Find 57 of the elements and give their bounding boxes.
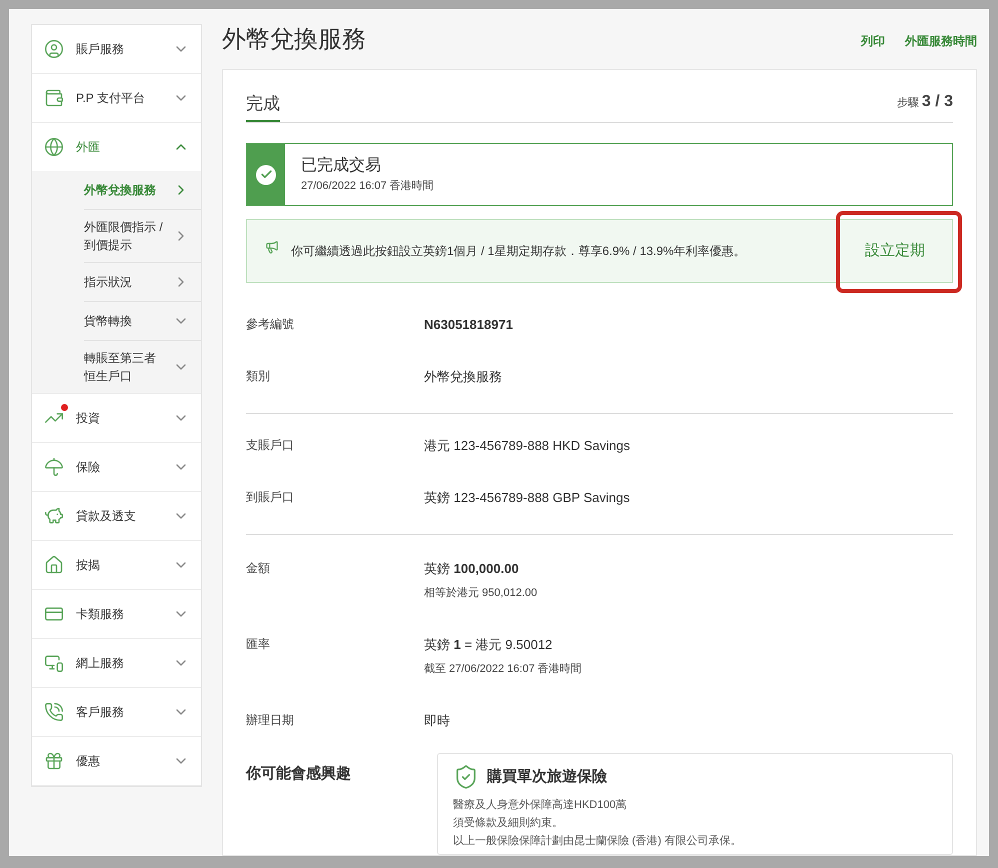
success-title: 已完成交易 xyxy=(301,156,382,176)
devices-icon xyxy=(44,653,64,673)
submenu-item[interactable]: 指示狀況 xyxy=(84,263,201,302)
submenu-item[interactable]: 外匯限價指示 / 到價提示 xyxy=(84,210,201,263)
card-title: 購買單次旅遊保險 xyxy=(487,766,607,787)
sidebar-label: 客戶服務 xyxy=(76,704,125,721)
detail-value: 即時 xyxy=(424,712,450,730)
success-time: 27/06/2022 16:07 香港時間 xyxy=(301,178,434,194)
card-text: 醫療及人身意外保障高達HKD100萬 xyxy=(453,798,628,813)
sidebar-label: 網上服務 xyxy=(76,655,125,672)
header-link[interactable]: 列印 xyxy=(861,32,885,50)
sidebar-label: 外匯 xyxy=(76,139,101,156)
sidebar-label: P.P 支付平台 xyxy=(76,90,146,107)
detail-label: 匯率 xyxy=(246,636,271,653)
piggy-bank-icon xyxy=(44,506,64,526)
insurance-card[interactable]: 購買單次旅遊保險 醫療及人身意外保障高達HKD100萬 須受條款及細則約束。 以上一般保險保障計劃由昆士蘭保險 (香港) 有限公司承保。 xyxy=(437,753,953,855)
detail-label: 到賬戶口 xyxy=(246,489,295,506)
sidebar-label: 貸款及透支 xyxy=(76,508,137,525)
detail-value: 港元 123-456789-888 HKD Savings xyxy=(424,437,630,455)
user-icon xyxy=(44,39,64,59)
sidebar-label: 賬戶服務 xyxy=(76,41,125,58)
sidebar-label: 優惠 xyxy=(76,753,101,770)
umbrella-icon xyxy=(44,457,64,477)
detail-label: 支賬戶口 xyxy=(246,437,295,454)
submenu-item[interactable]: 貨幣轉換 xyxy=(84,302,201,341)
detail-value: 外幣兌換服務 xyxy=(424,368,502,386)
sidebar-label: 按揭 xyxy=(76,557,101,574)
interest-heading: 你可能會感興趣 xyxy=(246,764,352,784)
globe-icon xyxy=(44,137,64,157)
card-text: 須受條款及細則約束。 xyxy=(453,816,564,831)
sidebar-label: 卡類服務 xyxy=(76,606,125,623)
detail-value: N63051818971 xyxy=(424,316,513,334)
phone-icon xyxy=(44,702,64,722)
promo-text: 你可繼續透過此按鈕設立英鎊1個月 / 1星期定期存款．尊享6.9% / 13.9%年利率優惠。 xyxy=(291,243,747,260)
detail-value: 英鎊 123-456789-888 GBP Savings xyxy=(424,489,630,507)
page-title: 外幣兌換服務 xyxy=(222,25,366,55)
house-icon xyxy=(44,555,64,575)
header-link[interactable]: 外匯服務時間 xyxy=(905,32,977,50)
detail-note: 截至 27/06/2022 16:07 香港時間 xyxy=(424,662,582,676)
submenu-item[interactable]: 轉賬至第三者恒生戶口 xyxy=(84,341,201,393)
detail-note: 相等於港元 950,012.00 xyxy=(424,586,538,600)
card-text: 以上一般保險保障計劃由昆士蘭保險 (香港) 有限公司承保。 xyxy=(453,834,742,849)
detail-label: 類別 xyxy=(246,368,271,385)
detail-label: 辦理日期 xyxy=(246,712,295,729)
sidebar-label: 保險 xyxy=(76,459,101,476)
submenu-item[interactable]: 外幣兌換服務 xyxy=(84,171,201,210)
wallet-icon xyxy=(44,88,64,108)
detail-value: 英鎊 100,000.00 xyxy=(424,560,520,578)
detail-label: 金額 xyxy=(246,560,271,577)
detail-value: 英鎊 1 = 港元 9.50012 xyxy=(424,636,554,654)
step-counter: 步驟 3 / 3 xyxy=(896,92,953,112)
detail-label: 參考編號 xyxy=(246,316,295,333)
check-icon xyxy=(256,164,276,184)
megaphone-icon xyxy=(265,240,279,254)
set-deposit-button[interactable]: 設立定期 xyxy=(837,220,952,282)
gift-icon xyxy=(44,751,64,771)
sidebar-label: 投資 xyxy=(76,410,101,427)
